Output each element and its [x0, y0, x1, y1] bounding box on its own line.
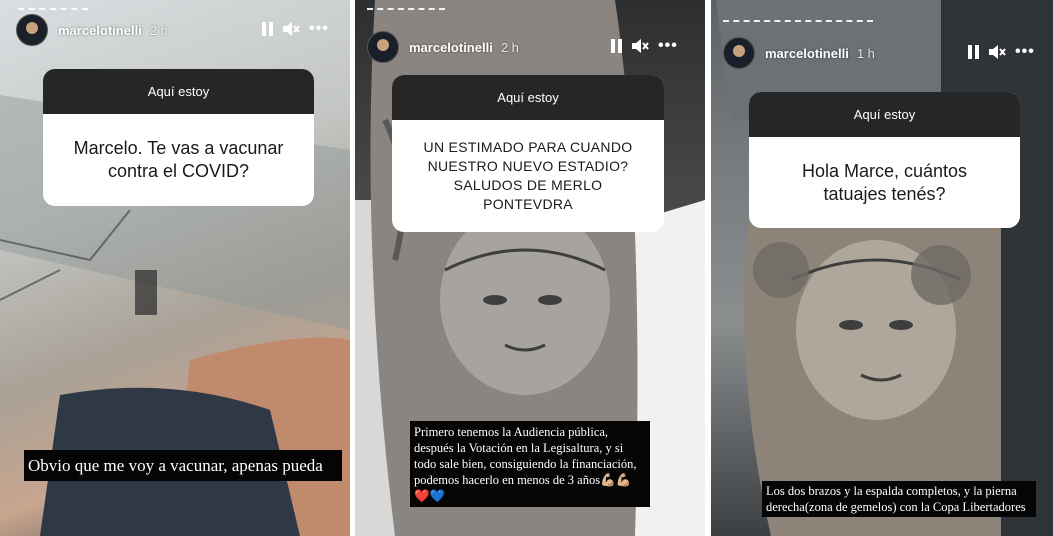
story-panel-2: marcelotinelli 2 h ••• Aquí estoy UN EST… — [355, 0, 705, 536]
speaker-muted-icon[interactable] — [988, 44, 1006, 60]
story-controls: ••• — [968, 44, 1035, 60]
story-header: marcelotinelli 2 h — [16, 14, 168, 46]
more-options-icon[interactable]: ••• — [658, 38, 678, 54]
username[interactable]: marcelotinelli — [58, 23, 142, 38]
avatar[interactable] — [16, 14, 48, 46]
pause-icon[interactable] — [968, 45, 979, 59]
username[interactable]: marcelotinelli — [765, 46, 849, 61]
background-photo — [716, 0, 1053, 536]
question-text: Marcelo. Te vas a vacunar contra el COVI… — [73, 138, 284, 181]
question-sticker: Aquí estoy UN ESTIMADO PARA CUANDO NUEST… — [392, 75, 664, 232]
pause-icon[interactable] — [262, 22, 273, 36]
question-sticker-header: Aquí estoy — [749, 92, 1020, 137]
timestamp: 1 h — [856, 45, 875, 61]
story-controls: ••• — [611, 38, 678, 54]
speaker-muted-icon[interactable] — [282, 21, 300, 37]
more-options-icon[interactable]: ••• — [309, 21, 329, 37]
speaker-muted-icon[interactable] — [631, 38, 649, 54]
question-sticker: Aquí estoy Hola Marce, cuántos tatuajes … — [749, 92, 1020, 228]
question-sticker-header: Aquí estoy — [43, 69, 314, 114]
timestamp: 2 h — [149, 22, 168, 38]
progress-bar — [723, 20, 873, 24]
question-text: UN ESTIMADO PARA CUANDO NUESTRO NUEVO ES… — [423, 139, 633, 212]
story-controls: ••• — [262, 21, 329, 37]
username[interactable]: marcelotinelli — [409, 40, 493, 55]
answer-caption: Obvio que me voy a vacunar, apenas pueda — [24, 450, 342, 481]
avatar[interactable] — [723, 37, 755, 69]
pause-icon[interactable] — [611, 39, 622, 53]
timestamp: 2 h — [500, 39, 519, 55]
progress-bar — [18, 8, 88, 12]
question-sticker-header: Aquí estoy — [392, 75, 664, 120]
more-options-icon[interactable]: ••• — [1015, 44, 1035, 60]
story-header: marcelotinelli 1 h — [723, 37, 875, 69]
avatar[interactable] — [367, 31, 399, 63]
answer-caption: Primero tenemos la Audiencia pública, de… — [410, 421, 650, 507]
progress-bar — [367, 8, 445, 12]
story-panel-3: marcelotinelli 1 h ••• Aquí estoy Hola M… — [711, 0, 1053, 536]
answer-caption: Los dos brazos y la espalda completos, y… — [762, 481, 1036, 517]
question-sticker: Aquí estoy Marcelo. Te vas a vacunar con… — [43, 69, 314, 206]
question-text: Hola Marce, cuántos tatuajes tenés? — [801, 160, 968, 204]
story-panel-1: marcelotinelli 2 h ••• Aquí estoy Marcel… — [0, 0, 350, 536]
story-header: marcelotinelli 2 h — [367, 31, 519, 63]
